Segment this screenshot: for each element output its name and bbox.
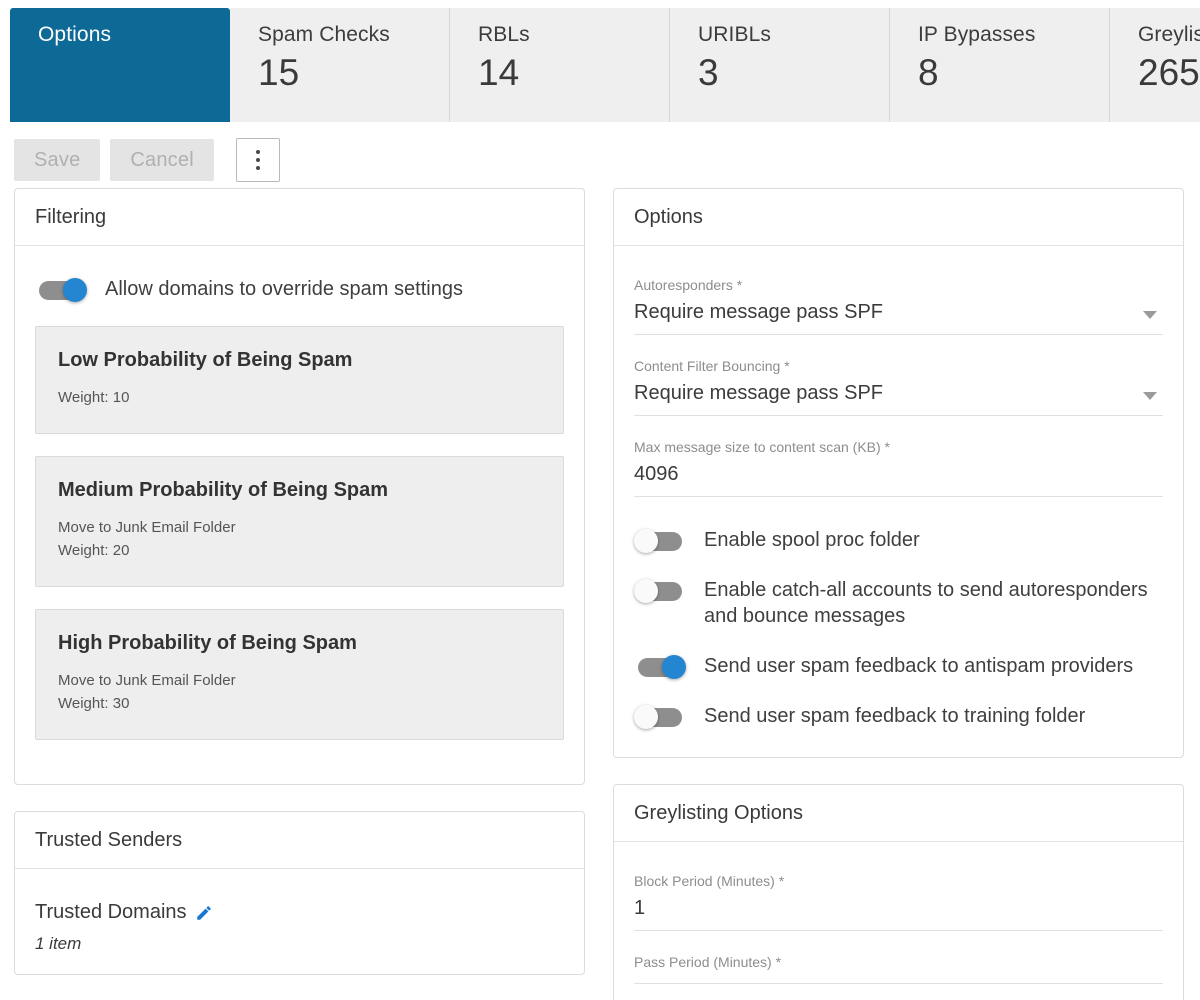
send-spam-feedback-training-toggle[interactable] <box>634 705 686 729</box>
cancel-button[interactable]: Cancel <box>110 139 214 181</box>
kebab-dot <box>255 158 260 162</box>
field-value: 4096 <box>634 460 1163 497</box>
field-label: Block Period (Minutes) * <box>634 873 785 889</box>
override-spam-settings-toggle[interactable] <box>35 278 87 302</box>
main-content: Filtering Allow domains to override spam… <box>0 188 1200 1000</box>
chevron-down-icon[interactable] <box>1143 392 1157 400</box>
pass-period-field[interactable]: Pass Period (Minutes) * <box>634 953 1163 984</box>
tab-count: 265 <box>1138 52 1200 93</box>
spam-level-medium[interactable]: Medium Probability of Being Spam Move to… <box>35 456 564 587</box>
enable-spool-proc-folder-toggle[interactable] <box>634 529 686 553</box>
kebab-dot <box>255 166 260 170</box>
max-message-size-field[interactable]: Max message size to content scan (KB) * … <box>634 438 1163 497</box>
spam-feedback-training-row: Send user spam feedback to training fold… <box>634 703 1163 729</box>
field-value: Require message pass SPF <box>634 379 1163 416</box>
spam-level-title: Low Probability of Being Spam <box>58 349 353 371</box>
tab-label: IP Bypasses <box>918 23 1036 46</box>
enable-catch-all-accounts-toggle[interactable] <box>634 579 686 603</box>
toggle-knob <box>634 529 658 553</box>
greylisting-card-title: Greylisting Options <box>614 785 1183 842</box>
tab-spam-checks[interactable]: Spam Checks 15 <box>230 8 450 122</box>
toggle-knob <box>634 579 658 603</box>
toggle-label: Enable catch-all accounts to send autore… <box>704 579 1148 627</box>
tab-greylisting[interactable]: Greylisting 265 <box>1110 8 1200 122</box>
right-column: Options Autoresponders * Require message… <box>613 188 1184 1000</box>
spam-level-weight: Weight: 10 <box>58 389 130 406</box>
spam-level-title: Medium Probability of Being Spam <box>58 479 389 501</box>
filtering-card-body: Allow domains to override spam settings … <box>15 246 584 784</box>
toggle-label: Send user spam feedback to antispam prov… <box>704 655 1134 677</box>
tab-count: 14 <box>478 52 520 93</box>
tab-uribls[interactable]: URIBLs 3 <box>670 8 890 122</box>
tab-label: Greylisting <box>1138 23 1200 46</box>
options-card: Options Autoresponders * Require message… <box>613 188 1184 758</box>
field-label: Max message size to content scan (KB) * <box>634 439 890 455</box>
field-value: Require message pass SPF <box>634 298 1163 335</box>
tab-ip-bypasses[interactable]: IP Bypasses 8 <box>890 8 1110 122</box>
tab-label: Spam Checks <box>258 23 390 46</box>
kebab-menu-icon[interactable] <box>235 138 280 182</box>
tab-options[interactable]: Options <box>10 8 230 122</box>
kebab-dot <box>255 150 260 154</box>
toggle-knob <box>634 705 658 729</box>
spam-level-action: Move to Junk Email Folder <box>58 672 236 689</box>
save-button[interactable]: Save <box>14 139 101 181</box>
trusted-domains-label: Trusted Domains <box>35 901 187 923</box>
tab-label: Options <box>38 23 112 46</box>
field-label: Autoresponders * <box>634 277 743 293</box>
trusted-senders-card-title: Trusted Senders <box>15 812 584 869</box>
chevron-down-icon[interactable] <box>1143 311 1157 319</box>
field-label: Pass Period (Minutes) * <box>634 954 782 970</box>
trusted-senders-card: Trusted Senders Trusted Domains 1 item <box>14 811 585 975</box>
field-label: Content Filter Bouncing * <box>634 358 790 374</box>
spam-level-title: High Probability of Being Spam <box>58 632 357 654</box>
tab-rbls[interactable]: RBLs 14 <box>450 8 670 122</box>
field-value <box>634 975 1163 984</box>
pencil-icon[interactable] <box>195 904 213 922</box>
override-spam-settings-label: Allow domains to override spam settings <box>105 278 463 300</box>
field-value: 1 <box>634 894 1163 931</box>
spam-feedback-providers-row: Send user spam feedback to antispam prov… <box>634 653 1163 679</box>
options-card-body: Autoresponders * Require message pass SP… <box>614 246 1183 757</box>
spam-level-high[interactable]: High Probability of Being Spam Move to J… <box>35 609 564 740</box>
tab-count: 15 <box>258 52 300 93</box>
greylisting-card-body: Block Period (Minutes) * 1 Pass Period (… <box>614 842 1183 1000</box>
tab-bar: Options Spam Checks 15 RBLs 14 URIBLs 3 … <box>0 0 1200 122</box>
catch-all-accounts-row: Enable catch-all accounts to send autore… <box>634 577 1163 629</box>
toggle-knob <box>662 655 686 679</box>
filtering-card: Filtering Allow domains to override spam… <box>14 188 585 785</box>
left-column: Filtering Allow domains to override spam… <box>14 188 585 1000</box>
spam-level-low[interactable]: Low Probability of Being Spam Weight: 10 <box>35 326 564 434</box>
spam-level-action: Move to Junk Email Folder <box>58 519 236 536</box>
spam-level-weight: Weight: 30 <box>58 695 130 712</box>
toggle-label: Send user spam feedback to training fold… <box>704 705 1086 727</box>
spool-proc-folder-row: Enable spool proc folder <box>634 527 1163 553</box>
autoresponders-field[interactable]: Autoresponders * Require message pass SP… <box>634 276 1163 335</box>
spam-level-weight: Weight: 20 <box>58 542 130 559</box>
trusted-domains-row: Trusted Domains <box>35 901 564 924</box>
block-period-field[interactable]: Block Period (Minutes) * 1 <box>634 872 1163 931</box>
tab-label: RBLs <box>478 23 530 46</box>
trusted-senders-card-body: Trusted Domains 1 item <box>15 869 584 974</box>
content-filter-bouncing-field[interactable]: Content Filter Bouncing * Require messag… <box>634 357 1163 416</box>
toggle-label: Enable spool proc folder <box>704 529 920 551</box>
greylisting-options-card: Greylisting Options Block Period (Minute… <box>613 784 1184 1000</box>
toggle-knob <box>63 278 87 302</box>
tab-count: 8 <box>918 52 939 93</box>
send-spam-feedback-providers-toggle[interactable] <box>634 655 686 679</box>
filtering-card-title: Filtering <box>15 189 584 246</box>
options-card-title: Options <box>614 189 1183 246</box>
tab-count: 3 <box>698 52 719 93</box>
tab-label: URIBLs <box>698 23 771 46</box>
trusted-domains-count: 1 item <box>35 934 82 953</box>
action-toolbar: Save Cancel <box>0 122 1200 188</box>
override-spam-settings-row: Allow domains to override spam settings <box>35 276 564 302</box>
